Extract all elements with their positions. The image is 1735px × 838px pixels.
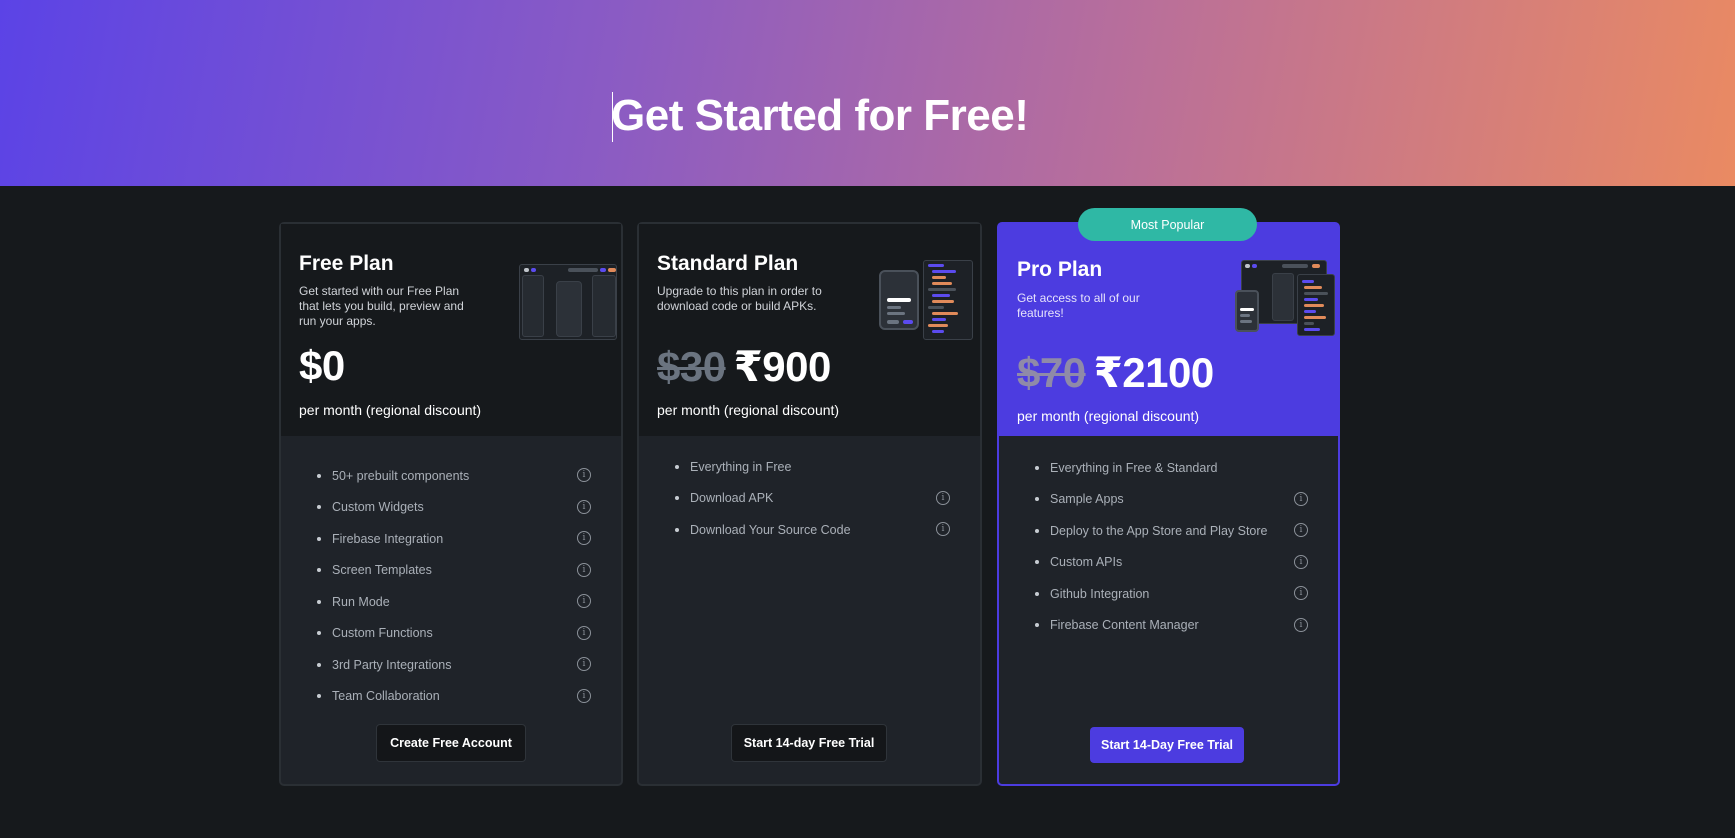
- info-circle-icon[interactable]: i: [1294, 554, 1308, 569]
- bullet: [317, 505, 321, 510]
- feature-label: Download APK: [690, 491, 774, 506]
- feature-label: Sample Apps: [1050, 492, 1124, 507]
- plan-price: $70 ₹2100: [1017, 348, 1214, 397]
- feature-label: Download Your Source Code: [690, 522, 851, 537]
- bullet: [1035, 591, 1039, 596]
- bullet: [317, 631, 321, 636]
- bullet: [1035, 465, 1039, 470]
- plan-old-price: $70: [1017, 349, 1086, 396]
- list-item: Custom Widgets i: [317, 492, 591, 524]
- bullet: [317, 694, 321, 699]
- feature-label: Screen Templates: [332, 563, 432, 578]
- plan-card-free: Free Plan Get started with our Free Plan…: [279, 222, 623, 786]
- feature-label: Deploy to the App Store and Play Store: [1050, 523, 1268, 538]
- list-item: Screen Templates i: [317, 555, 591, 587]
- feature-label: 50+ prebuilt components: [332, 468, 470, 483]
- plan-price: $0: [299, 342, 345, 389]
- feature-label: Firebase Integration: [332, 531, 444, 546]
- plan-new-price: ₹2100: [1093, 349, 1215, 396]
- feature-label: Custom APIs: [1050, 555, 1123, 570]
- plan-title: Free Plan: [299, 252, 394, 275]
- plan-title: Pro Plan: [1017, 258, 1103, 281]
- info-circle-icon[interactable]: i: [577, 625, 591, 640]
- list-item: Sample Apps i: [1035, 484, 1308, 516]
- list-item: Custom Functions i: [317, 618, 591, 650]
- bullet: [1035, 623, 1039, 628]
- info-circle-icon[interactable]: i: [577, 594, 591, 608]
- list-item: Everything in Free & Standard: [1035, 452, 1308, 484]
- feature-list: 50+ prebuilt components i Custom Widgets i…: [317, 460, 591, 712]
- list-item: Github Integration i: [1035, 578, 1308, 610]
- list-item: Deploy to the App Store and Play Store i: [1035, 515, 1308, 547]
- list-item: Firebase Content Manager i: [1035, 610, 1308, 642]
- bullet: [1035, 560, 1039, 565]
- bullet: [675, 496, 679, 501]
- plan-period: per month (regional discount): [299, 402, 482, 418]
- info-circle-icon[interactable]: i: [577, 499, 591, 514]
- feature-list: Everything in Free Download APK i Downloa…: [675, 451, 950, 546]
- feature-label: Team Collaboration: [332, 689, 440, 704]
- list-item: 50+ prebuilt components i: [317, 460, 591, 492]
- list-item: Firebase Integration i: [317, 523, 591, 555]
- plan-price: $30 ₹900: [657, 342, 831, 391]
- feature-label: Run Mode: [332, 594, 390, 609]
- editor-preview-image: [519, 264, 617, 340]
- multi-device-preview-image: [1235, 260, 1335, 340]
- feature-label: Firebase Content Manager: [1050, 618, 1199, 633]
- plan-period: per month (regional discount): [1017, 408, 1200, 424]
- plan-card-pro: Most Popular Pro Plan Get access to all …: [997, 208, 1340, 786]
- info-circle-icon[interactable]: i: [577, 531, 591, 545]
- list-item: Run Mode i: [317, 586, 591, 618]
- bullet: [317, 568, 321, 573]
- info-circle-icon[interactable]: i: [577, 562, 591, 577]
- plan-description: Get started with our Free Plan that lets…: [299, 284, 464, 328]
- info-circle-icon[interactable]: i: [936, 522, 950, 536]
- plan-period: per month (regional discount): [657, 402, 840, 418]
- plan-description: Get access to all of our features!: [1017, 291, 1140, 320]
- info-circle-icon[interactable]: i: [577, 657, 591, 671]
- list-item: Download Your Source Code i: [675, 514, 950, 546]
- list-item: Everything in Free: [675, 451, 950, 483]
- feature-list: Everything in Free & Standard Sample App…: [1035, 452, 1308, 641]
- list-item: Download APK i: [675, 483, 950, 515]
- plan-new-price: ₹900: [733, 343, 832, 390]
- hero-banner: Get Started for Free!: [0, 0, 1735, 186]
- info-circle-icon[interactable]: i: [1294, 617, 1308, 632]
- feature-label: Custom Functions: [332, 626, 433, 641]
- feature-label: Everything in Free: [690, 459, 792, 474]
- info-circle-icon[interactable]: i: [1294, 523, 1308, 537]
- feature-label: Github Integration: [1050, 586, 1150, 601]
- list-item: Team Collaboration i: [317, 681, 591, 713]
- bullet: [675, 464, 679, 469]
- feature-label: Everything in Free & Standard: [1050, 460, 1218, 475]
- info-circle-icon[interactable]: i: [1294, 491, 1308, 506]
- plan-title: Standard Plan: [657, 252, 799, 275]
- create-free-account-button[interactable]: Create Free Account: [376, 724, 526, 762]
- most-popular-badge: Most Popular: [1078, 208, 1257, 241]
- info-circle-icon[interactable]: i: [1294, 586, 1308, 600]
- plan-old-price: $30: [657, 343, 726, 390]
- start-free-trial-button[interactable]: Start 14-day Free Trial: [731, 724, 887, 762]
- bullet: [317, 536, 321, 541]
- info-circle-icon[interactable]: i: [577, 688, 591, 703]
- list-item: 3rd Party Integrations i: [317, 649, 591, 681]
- info-circle-icon[interactable]: i: [577, 468, 591, 482]
- plan-description: Upgrade to this plan in order to downloa…: [657, 284, 822, 313]
- start-pro-trial-button[interactable]: Start 14-Day Free Trial: [1090, 727, 1244, 763]
- feature-label: 3rd Party Integrations: [332, 657, 452, 672]
- bullet: [1035, 528, 1039, 533]
- info-circle-icon[interactable]: i: [936, 490, 950, 505]
- feature-label: Custom Widgets: [332, 500, 424, 515]
- list-item: Custom APIs i: [1035, 547, 1308, 579]
- bullet: [317, 662, 321, 667]
- bullet: [317, 473, 321, 478]
- plan-card-standard: Standard Plan Upgrade to this plan in or…: [637, 222, 982, 786]
- hero-title: Get Started for Free!: [611, 91, 1029, 140]
- bullet: [675, 527, 679, 532]
- bullet: [317, 599, 321, 604]
- code-preview-image: [879, 260, 975, 342]
- bullet: [1035, 497, 1039, 502]
